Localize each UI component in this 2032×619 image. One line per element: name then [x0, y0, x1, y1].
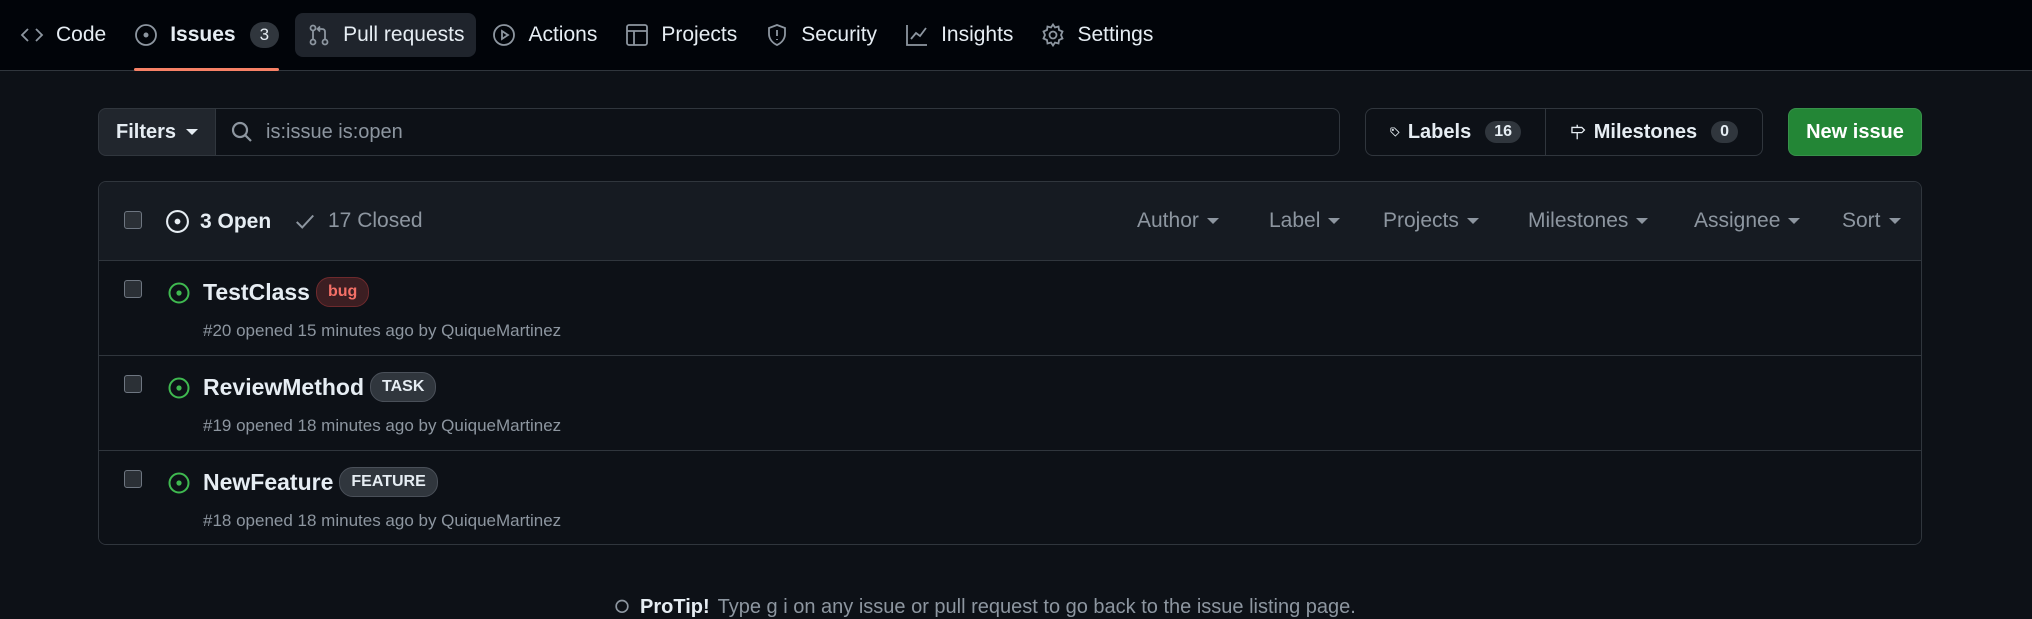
search-icon [231, 121, 252, 142]
sort-filter-label: Sort [1842, 209, 1881, 232]
code-icon [20, 23, 44, 47]
issue-meta: #18 opened 18 minutes ago by QuiqueMarti… [203, 511, 562, 530]
issue-checkbox[interactable] [124, 280, 142, 298]
issue-row: TestClass bug #20 opened 15 minutes ago … [99, 261, 1921, 356]
milestones-filter-label: Milestones [1528, 209, 1629, 232]
tab-insights-label: Insights [941, 22, 1014, 46]
tab-projects-label: Projects [661, 22, 738, 46]
table-icon [625, 23, 649, 47]
graph-icon [905, 23, 929, 47]
issue-title-link[interactable]: ReviewMethod [203, 374, 364, 401]
tab-pull-requests-label: Pull requests [343, 22, 465, 46]
closed-issues-link[interactable]: 17 Closed [294, 209, 423, 233]
issue-list-header: 3 Open 17 Closed Author Label Projects M… [99, 182, 1921, 261]
check-icon [296, 214, 314, 229]
label-filter[interactable]: Label [1269, 209, 1341, 233]
labels-count: 16 [1485, 121, 1521, 143]
issue-checkbox[interactable] [124, 470, 142, 488]
author-filter[interactable]: Author [1137, 209, 1219, 233]
issue-label-badge[interactable]: bug [315, 277, 370, 307]
search-box[interactable] [216, 108, 1340, 156]
protip: ProTip! Type g i on any issue or pull re… [612, 596, 1356, 619]
milestones-count: 0 [1711, 121, 1738, 143]
tab-insights[interactable]: Insights [891, 0, 1027, 70]
issue-opened-icon [167, 471, 191, 495]
protip-bold: ProTip! [640, 596, 710, 618]
issue-opened-icon [167, 376, 191, 400]
open-count-label: 3 Open [200, 209, 272, 233]
milestones-button[interactable]: Milestones 0 [1546, 108, 1763, 156]
projects-filter[interactable]: Projects [1383, 209, 1479, 233]
new-issue-button[interactable]: New issue [1788, 108, 1922, 156]
tab-settings[interactable]: Settings [1027, 0, 1167, 70]
issue-opened-icon [167, 281, 191, 305]
tab-issues-label: Issues [170, 22, 236, 46]
filters-label: Filters [115, 120, 177, 143]
chevron-down-icon [1466, 218, 1479, 224]
tab-code[interactable]: Code [6, 0, 120, 70]
chevron-down-icon [186, 129, 199, 135]
issue-title-link[interactable]: TestClass [203, 279, 310, 306]
tab-pull-requests[interactable]: Pull requests [293, 0, 478, 70]
issue-meta: #20 opened 15 minutes ago by QuiqueMarti… [203, 321, 562, 340]
issue-label-badge[interactable]: TASK [370, 372, 437, 402]
select-all-checkbox[interactable] [124, 211, 142, 229]
chevron-down-icon [1206, 218, 1219, 224]
assignee-filter[interactable]: Assignee [1694, 209, 1801, 233]
gear-icon [1041, 22, 1065, 47]
label-filter-label: Label [1269, 209, 1321, 232]
protip-text: Type g i on any issue or pull request to… [717, 596, 1356, 618]
tab-security-label: Security [801, 22, 878, 46]
milestones-label: Milestones [1593, 120, 1698, 143]
tab-code-label: Code [56, 22, 107, 46]
filters-button[interactable]: Filters [98, 108, 216, 156]
issue-row: NewFeature FEATURE #18 opened 18 minutes… [99, 451, 1921, 544]
repo-nav: Code Issues 3 Pull requests Actions Proj… [0, 0, 2032, 71]
git-pull-request-icon [307, 23, 331, 47]
tab-actions[interactable]: Actions [478, 0, 611, 70]
issue-label-badge[interactable]: FEATURE [339, 467, 438, 497]
issue-list: 3 Open 17 Closed Author Label Projects M… [98, 181, 1922, 545]
chevron-down-icon [1788, 218, 1801, 224]
tab-security[interactable]: Security [751, 0, 891, 70]
labels-button[interactable]: Labels 16 [1365, 108, 1546, 156]
assignee-filter-label: Assignee [1694, 209, 1781, 232]
search-input[interactable] [266, 120, 1166, 144]
issue-opened-icon [134, 23, 158, 47]
labels-milestones-group: Labels 16 Milestones 0 [1365, 108, 1763, 156]
issue-row: ReviewMethod TASK #19 opened 18 minutes … [99, 356, 1921, 451]
tab-settings-label: Settings [1077, 22, 1154, 46]
tab-actions-label: Actions [528, 22, 598, 46]
issues-count-badge: 3 [249, 21, 280, 48]
issue-opened-icon [166, 210, 189, 233]
tag-icon [1390, 127, 1400, 137]
chevron-down-icon [1636, 218, 1649, 224]
projects-filter-label: Projects [1383, 209, 1459, 232]
issue-title-link[interactable]: NewFeature [203, 469, 333, 496]
tab-issues[interactable]: Issues 3 [120, 0, 293, 71]
light-bulb-icon [615, 599, 629, 613]
play-icon [492, 23, 516, 47]
closed-count-label: 17 Closed [328, 209, 423, 232]
issue-meta: #19 opened 18 minutes ago by QuiqueMarti… [203, 416, 562, 435]
chevron-down-icon [1328, 218, 1341, 224]
chevron-down-icon [1888, 218, 1901, 224]
author-filter-label: Author [1137, 209, 1199, 232]
issue-checkbox[interactable] [124, 375, 142, 393]
shield-icon [765, 23, 789, 47]
milestone-icon [1571, 124, 1586, 140]
labels-label: Labels [1407, 120, 1472, 143]
open-issues-link[interactable]: 3 Open [165, 209, 271, 234]
milestones-filter[interactable]: Milestones [1528, 209, 1649, 233]
tab-projects[interactable]: Projects [611, 0, 751, 70]
sort-filter[interactable]: Sort [1842, 209, 1901, 233]
